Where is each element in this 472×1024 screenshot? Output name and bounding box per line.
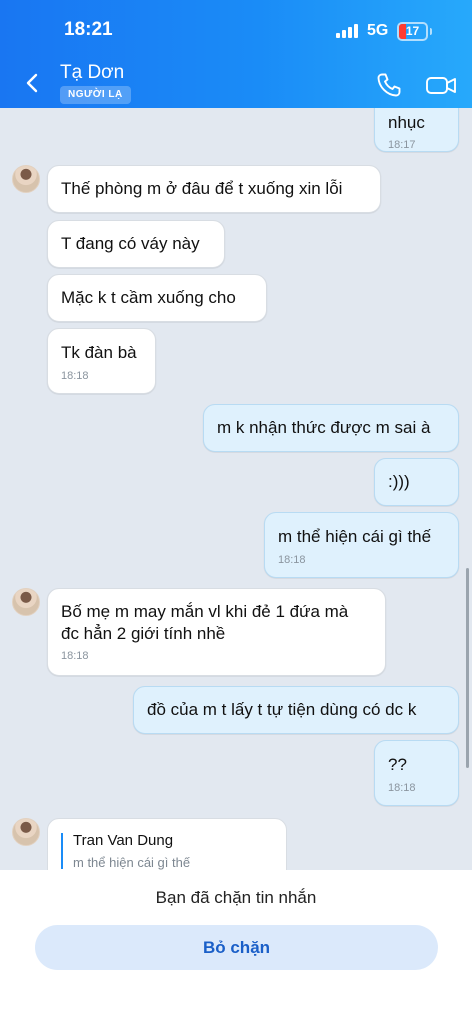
- message-text: nhục: [388, 113, 425, 132]
- message-text: :))): [388, 472, 410, 491]
- message-time: 18:18: [61, 370, 89, 382]
- video-call-icon[interactable]: [424, 70, 458, 100]
- message-bubble-incoming[interactable]: T đang có váy này: [47, 220, 225, 268]
- scrollbar[interactable]: [466, 568, 469, 768]
- message-text-line: Bố mẹ m may mắn vl khi đẻ 1 đứa mà: [61, 602, 349, 621]
- contact-avatar[interactable]: [12, 588, 40, 616]
- contact-avatar[interactable]: [12, 165, 40, 193]
- contact-name[interactable]: Tạ Dơn: [60, 62, 124, 84]
- message-bubble-incoming[interactable]: Thế phòng m ở đâu để t xuống xin lỗi: [47, 165, 381, 213]
- message-bubble-outgoing[interactable]: nhục 18:17: [374, 108, 459, 152]
- chat-header: 18:21 5G 17 Tạ Dơn NGƯỜI LẠ: [0, 0, 472, 108]
- blocked-notice: Bạn đã chặn tin nhắn: [155, 888, 317, 907]
- message-text: m k nhận thức được m sai à: [217, 418, 431, 437]
- message-text: m thể hiện cái gì thế: [278, 527, 432, 546]
- message-text: Thế phòng m ở đâu để t xuống xin lỗi: [61, 179, 343, 198]
- message-bubble-incoming[interactable]: Bố mẹ m may mắn vl khi đẻ 1 đứa mà đc hẳ…: [47, 588, 386, 676]
- message-text: ??: [388, 755, 407, 774]
- battery-level: 17: [405, 24, 420, 38]
- message-bubble-incoming[interactable]: Tk đàn bà 18:18: [47, 328, 156, 394]
- network-type: 5G: [367, 22, 389, 39]
- battery-icon: 17: [397, 22, 428, 41]
- message-time: 18:18: [61, 650, 89, 662]
- message-bubble-outgoing[interactable]: đồ của m t lấy t tự tiện dùng có dc k: [133, 686, 459, 734]
- message-text: Tk đàn bà: [61, 343, 137, 362]
- message-bubble-incoming[interactable]: Mặc k t cầm xuống cho: [47, 274, 267, 322]
- message-list[interactable]: nhục 18:17 Thế phòng m ở đâu để t xuống …: [0, 108, 472, 870]
- message-time: 18:17: [388, 139, 416, 151]
- quoted-text: m thể hiện cái gì thế: [73, 855, 191, 870]
- message-bubble-outgoing[interactable]: :))): [374, 458, 459, 506]
- message-text: Mặc k t cầm xuống cho: [61, 288, 236, 307]
- battery-tip: [430, 28, 432, 35]
- blocked-panel: Bạn đã chặn tin nhắn Bỏ chặn: [0, 870, 472, 1024]
- back-arrow-icon[interactable]: [18, 68, 48, 98]
- signal-icon: [336, 24, 360, 38]
- message-text: đồ của m t lấy t tự tiện dùng có dc k: [147, 700, 417, 719]
- quote-bar: [61, 833, 63, 869]
- message-bubble-outgoing[interactable]: ?? 18:18: [374, 740, 459, 806]
- message-bubble-outgoing[interactable]: m thể hiện cái gì thế 18:18: [264, 512, 459, 578]
- contact-avatar[interactable]: [12, 818, 40, 846]
- message-text: T đang có váy này: [61, 234, 200, 253]
- message-time: 18:18: [278, 554, 306, 566]
- quoted-reply-bubble[interactable]: Tran Van Dung m thể hiện cái gì thế: [47, 818, 287, 878]
- message-bubble-outgoing[interactable]: m k nhận thức được m sai à: [203, 404, 459, 452]
- message-text-line: đc hẳn 2 giới tính nhề: [61, 624, 226, 643]
- stranger-badge: NGƯỜI LẠ: [60, 86, 131, 104]
- status-time: 18:21: [64, 19, 113, 40]
- message-time: 18:18: [388, 782, 416, 794]
- unblock-button[interactable]: Bỏ chặn: [35, 925, 438, 970]
- quoted-author: Tran Van Dung: [73, 832, 174, 849]
- phone-icon[interactable]: [374, 70, 404, 100]
